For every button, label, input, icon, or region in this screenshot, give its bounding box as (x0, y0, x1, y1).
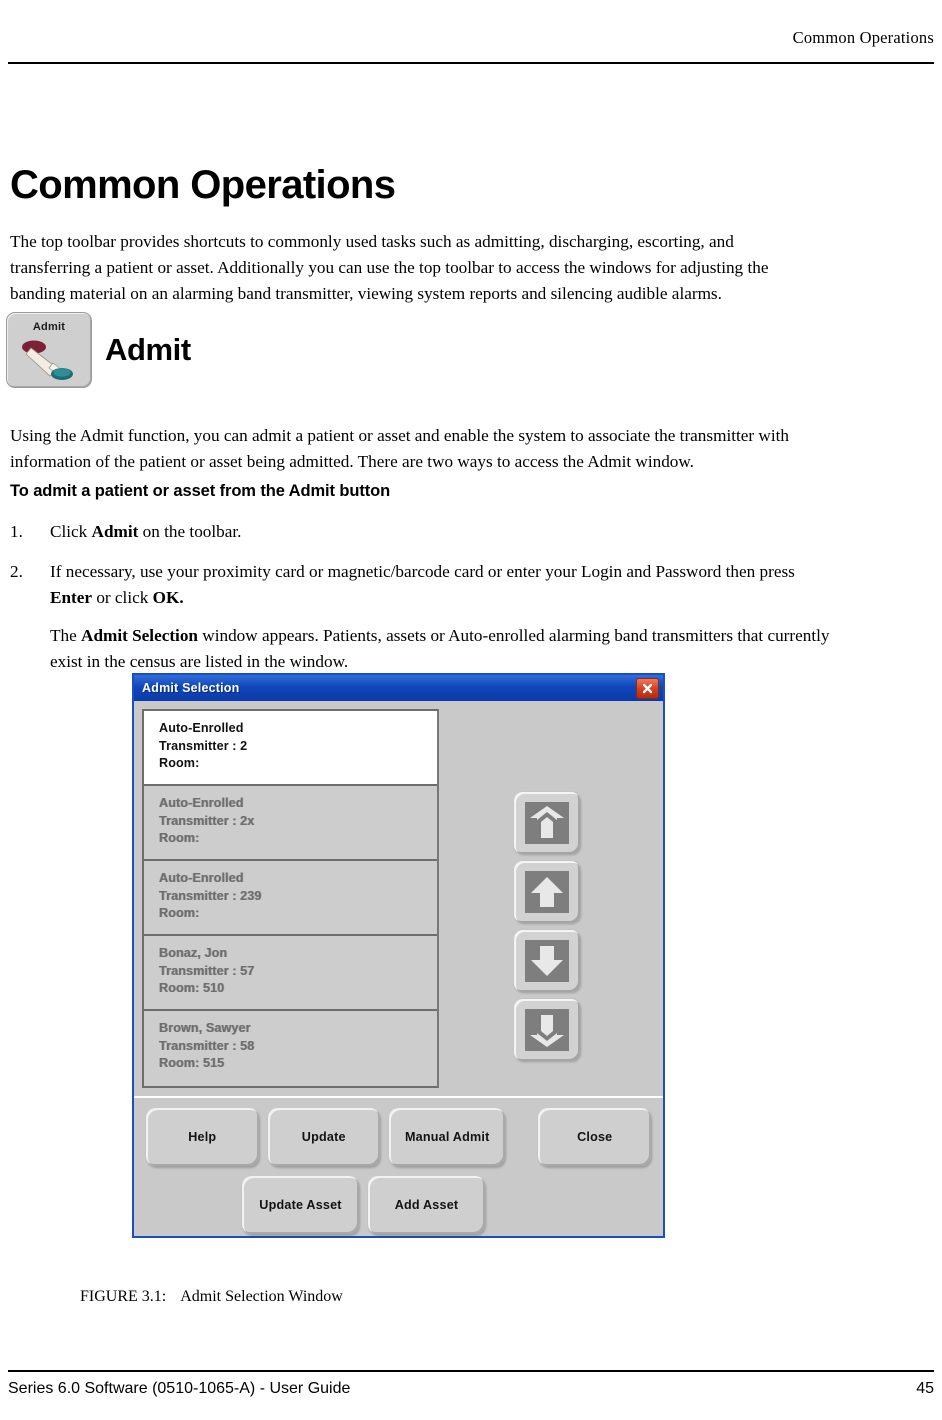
arrow-up-glyph (525, 871, 569, 913)
admit-heading-row: Admit Admit (6, 310, 191, 390)
list-item[interactable]: Auto-Enrolled Transmitter : 2x Room: (144, 786, 437, 861)
list-item-room: Room: (159, 756, 200, 770)
page-up-icon[interactable] (514, 792, 580, 854)
step1-text-after: on the toolbar. (138, 522, 242, 541)
step2-text-before: If necessary, use your proximity card or… (50, 562, 795, 581)
list-item-name: Bonaz, Jon (159, 946, 228, 960)
list-item[interactable]: Auto-Enrolled Transmitter : 2 Room: (144, 711, 437, 786)
close-icon[interactable] (636, 678, 659, 699)
list-item-room: Room: (159, 906, 200, 920)
list-item[interactable]: Auto-Enrolled Transmitter : 239 Room: (144, 861, 437, 936)
manual-admit-button[interactable]: Manual Admit (389, 1108, 506, 1166)
list-item: 2. If necessary, use your proximity card… (10, 559, 840, 675)
list-item-name: Auto-Enrolled (159, 871, 244, 885)
figure-number: FIGURE 3.1: (80, 1288, 167, 1305)
list-item-room: Room: 510 (159, 981, 225, 995)
dialog-button-row-1: Help Update Manual Admit Close (146, 1108, 651, 1166)
step-number: 1. (10, 522, 23, 541)
procedure-subheading: To admit a patient or asset from the Adm… (10, 482, 391, 500)
arrow-down-glyph (525, 940, 569, 982)
admit-description-paragraph: Using the Admit function, you can admit … (10, 426, 789, 472)
admit-icon-label: Admit (32, 321, 66, 333)
footer-guide-title: Series 6.0 Software (0510-1065-A) - User… (8, 1380, 351, 1397)
page-footer: Series 6.0 Software (0510-1065-A) - User… (8, 1380, 934, 1406)
list-item-transmitter: Transmitter : 239 (159, 888, 262, 903)
step2-text-mid: or click (92, 588, 153, 607)
admit-selection-list[interactable]: Auto-Enrolled Transmitter : 2 Room: Auto… (142, 709, 439, 1088)
step2-followup-paragraph: The Admit Selection window appears. Pati… (50, 623, 840, 675)
list-item-name: Auto-Enrolled (159, 796, 244, 810)
procedure-step-list: 1. Click Admit on the toolbar. 2. If nec… (10, 519, 840, 689)
list-item-transmitter: Transmitter : 2x (159, 813, 255, 828)
list-item-transmitter: Transmitter : 57 (159, 963, 255, 978)
list-item[interactable]: Bonaz, Jon Transmitter : 57 Room: 510 (144, 936, 437, 1011)
list-item-transmitter: Transmitter : 58 (159, 1038, 255, 1053)
add-asset-button[interactable]: Add Asset (368, 1176, 485, 1234)
page-down-glyph (525, 1009, 569, 1051)
dialog-title: Admit Selection (142, 681, 240, 695)
list-item-name: Brown, Sawyer (159, 1021, 251, 1035)
list-item-room: Room: (159, 831, 200, 845)
dialog-button-area: Help Update Manual Admit Close Update As… (134, 1096, 663, 1254)
figure-caption: FIGURE 3.1: Admit Selection Window (80, 1288, 343, 1306)
step-text: If necessary, use your proximity card or… (50, 559, 840, 675)
admit-selection-dialog: Admit Selection Auto-Enrolled Transmitte… (132, 673, 665, 1238)
list-item-name: Auto-Enrolled (159, 721, 244, 735)
arrow-up-icon[interactable] (514, 861, 580, 923)
step-number: 2. (10, 562, 23, 581)
figure-caption-text: Admit Selection Window (180, 1288, 343, 1305)
list-item-room: Room: 515 (159, 1056, 225, 1070)
list-item-transmitter: Transmitter : 2 (159, 738, 248, 753)
list-item[interactable]: Brown, Sawyer Transmitter : 58 Room: 515 (144, 1011, 437, 1086)
followup-bold-admit-selection: Admit Selection (81, 626, 198, 645)
chapter-title: Common Operations (10, 162, 396, 207)
followup-text-before: The (50, 626, 82, 645)
admit-section-heading: Admit (105, 332, 191, 367)
help-button[interactable]: Help (146, 1108, 259, 1166)
update-button[interactable]: Update (267, 1108, 380, 1166)
update-asset-button[interactable]: Update Asset (242, 1176, 359, 1234)
step1-bold-admit: Admit (91, 522, 139, 541)
page-up-glyph (525, 802, 569, 844)
list-item: 1. Click Admit on the toolbar. (10, 519, 840, 545)
step2-bold-ok: OK. (152, 588, 184, 607)
page-number: 45 (916, 1380, 934, 1397)
step2-bold-enter: Enter (50, 588, 93, 607)
intro-paragraph: The top toolbar provides shortcuts to co… (10, 232, 769, 304)
header-divider-rule (8, 62, 934, 64)
step-text: Click Admit on the toolbar. (50, 519, 840, 545)
close-button[interactable]: Close (538, 1108, 651, 1166)
running-head-text: Common Operations (792, 28, 934, 47)
page-running-head: Common Operations (10, 28, 934, 60)
admit-toolbar-button-icon: Admit (6, 312, 92, 388)
dialog-titlebar: Admit Selection (134, 675, 663, 701)
scroll-button-column (439, 709, 655, 1088)
footer-divider-rule (8, 1370, 934, 1372)
step1-text-before: Click (50, 522, 92, 541)
admit-selection-figure: Admit Selection Auto-Enrolled Transmitte… (132, 673, 665, 1238)
arrow-down-icon[interactable] (514, 930, 580, 992)
dialog-body: Auto-Enrolled Transmitter : 2 Room: Auto… (134, 701, 663, 1096)
dialog-button-row-2: Update Asset Add Asset (146, 1176, 651, 1234)
hand-pointing-icon (17, 337, 81, 383)
page-down-icon[interactable] (514, 999, 580, 1061)
